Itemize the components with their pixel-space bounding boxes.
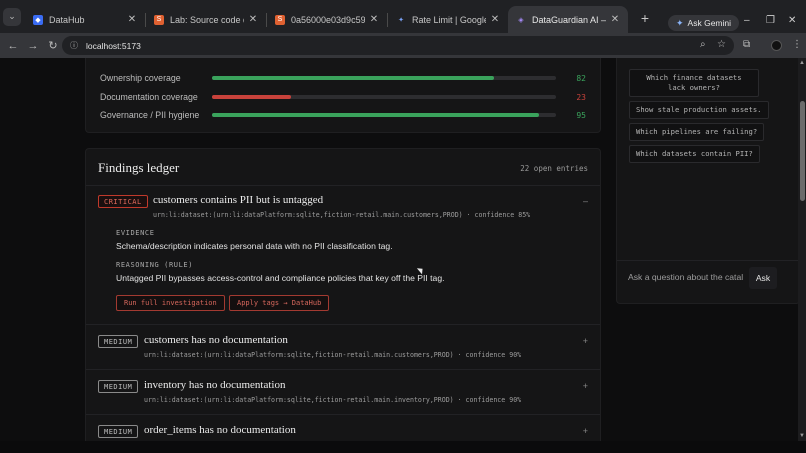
suggestion-chip[interactable]: Which pipelines are failing? [629,123,765,141]
bookmark-star-icon[interactable]: ☆ [717,39,726,50]
apply-tags-button[interactable]: Apply tags → DataHub [229,295,330,311]
close-icon[interactable]: ✕ [610,14,620,25]
coverage-value: 23 [576,92,586,102]
finding-urn: urn:li:dataset:(urn:li:dataPlatform:sqli… [153,211,531,219]
dataguardian-icon: ◈ [518,16,524,24]
minimize-icon[interactable]: – [744,15,750,26]
datahub-icon: ◆ [33,14,43,25]
divider [86,369,600,370]
severity-badge: MEDIUM [98,335,139,348]
coverage-bar-fill [212,95,292,99]
close-icon[interactable]: ✕ [127,14,137,25]
reload-icon[interactable]: ↻ [46,39,60,52]
collapse-toggle[interactable]: – [583,196,588,206]
more-menu-icon[interactable]: ⋮ [792,39,802,50]
finding-title[interactable]: customers contains PII but is untagged [153,194,323,206]
coverage-row-ownership: Ownership coverage 82 [100,71,590,85]
severity-badge: CRITICAL [98,195,148,208]
ask-input[interactable]: Ask a question about the catalog [628,272,743,282]
portswigger-icon: S [154,14,164,25]
coverage-bar-track [212,113,556,117]
tab-search-button[interactable]: ⌄ [3,7,21,26]
assistant-panel: Which finance datasets lack owners? Show… [616,58,798,304]
suggestion-chip[interactable]: Show stale production assets. [629,101,769,119]
close-icon[interactable]: ✕ [490,14,500,25]
findings-ledger-panel: Findings ledger 22 open entries CRITICAL… [85,148,601,441]
evidence-label: EVIDENCE [116,229,155,237]
bottom-strip [0,441,806,453]
zoom-icon[interactable]: ⌕ [700,39,706,50]
restore-icon[interactable]: ❐ [766,15,775,26]
address-bar[interactable]: ⓘ localhost:5173 [62,36,734,55]
chevron-down-icon: ⌄ [8,11,16,21]
coverage-panel: Ownership coverage 82 Documentation cove… [85,58,601,133]
finding-title[interactable]: order_items has no documentation [144,424,296,436]
suggestion-chip[interactable]: Which datasets contain PII? [629,145,760,163]
evidence-text: Schema/description indicates personal da… [116,241,393,251]
tab-title: Lab: Source code disclosure vi... [170,14,244,25]
ledger-count: 22 open entries [520,164,588,173]
app-page: Ownership coverage 82 Documentation cove… [0,58,798,441]
browser-tab-lab[interactable]: S Lab: Source code disclosure vi... ✕ [146,6,266,33]
browser-tab-ai-studio[interactable]: ✦ Rate Limit | Google AI Studio ✕ [388,6,508,33]
scroll-down-arrow-icon[interactable]: ▼ [799,433,805,439]
tab-title: DataHub [49,14,85,25]
ledger-title: Findings ledger [98,160,180,175]
finding-urn: urn:li:dataset:(urn:li:dataPlatform:sqli… [144,351,522,359]
ask-gemini-button[interactable]: ✦ Ask Gemini [668,15,740,31]
ai-studio-icon: ✦ [398,16,404,24]
ask-row: Ask a question about the catalog Ask [617,260,798,294]
close-icon[interactable]: ✕ [369,14,379,25]
expand-toggle[interactable]: + [583,336,588,346]
coverage-bar-track [212,76,556,80]
forward-arrow-icon[interactable]: → [26,40,40,52]
back-arrow-icon[interactable]: ← [6,40,20,52]
browser-toolbar: ← → ↻ ⓘ localhost:5173 [0,33,806,58]
reasoning-text: Untagged PII bypasses access-control and… [116,273,445,283]
scroll-up-arrow-icon[interactable]: ▲ [799,60,805,66]
coverage-label: Governance / PII hygiene [100,110,200,120]
expand-toggle[interactable]: + [583,381,588,391]
browser-tab-lab-instance[interactable]: S 0a56000e03d9c5908110de3d... ✕ [267,6,387,33]
portswigger-icon: S [275,14,285,25]
coverage-label: Documentation coverage [100,92,198,102]
browser-tab-dataguardian[interactable]: ◈ DataGuardian AI — Metadata... ✕ [508,6,628,33]
finding-urn: urn:li:dataset:(urn:li:dataPlatform:sqli… [144,396,522,404]
suggestion-chip[interactable]: Which finance datasets lack owners? [629,69,759,97]
profile-avatar[interactable] [771,40,782,51]
tab-title: 0a56000e03d9c5908110de3d... [291,14,365,25]
coverage-bar-fill [212,76,495,80]
browser-tab-datahub[interactable]: ◆ DataHub ✕ [25,6,145,33]
gemini-sparkle-icon: ✦ [676,17,684,28]
site-info-icon[interactable]: ⓘ [70,40,78,51]
expand-toggle[interactable]: + [583,426,588,436]
close-icon[interactable]: ✕ [248,14,258,25]
severity-badge: MEDIUM [98,425,139,438]
divider [86,185,600,186]
url-text: localhost:5173 [86,40,141,51]
tab-title: Rate Limit | Google AI Studio [412,14,486,25]
severity-badge: MEDIUM [98,380,139,393]
run-investigation-button[interactable]: Run full investigation [116,295,225,311]
coverage-label: Ownership coverage [100,73,181,83]
finding-title[interactable]: inventory has no documentation [144,379,285,391]
coverage-row-documentation: Documentation coverage 23 [100,90,590,104]
extensions-puzzle-icon[interactable]: ⧉ [743,39,750,50]
finding-title[interactable]: customers has no documentation [144,334,288,346]
window-close-icon[interactable]: ✕ [788,15,796,26]
coverage-value: 95 [576,110,586,120]
coverage-value: 82 [576,73,586,83]
ask-gemini-label: Ask Gemini [687,18,732,28]
ask-button[interactable]: Ask [749,267,777,289]
coverage-bar-fill [212,113,539,117]
reasoning-label: REASONING (RULE) [116,261,194,269]
coverage-row-governance: Governance / PII hygiene 95 [100,108,590,122]
divider [86,324,600,325]
tab-title: DataGuardian AI — Metadata... [532,14,606,25]
scrollbar-thumb[interactable] [800,101,805,201]
coverage-bar-track [212,95,556,99]
divider [86,414,600,415]
new-tab-plus-icon[interactable]: + [636,10,654,26]
